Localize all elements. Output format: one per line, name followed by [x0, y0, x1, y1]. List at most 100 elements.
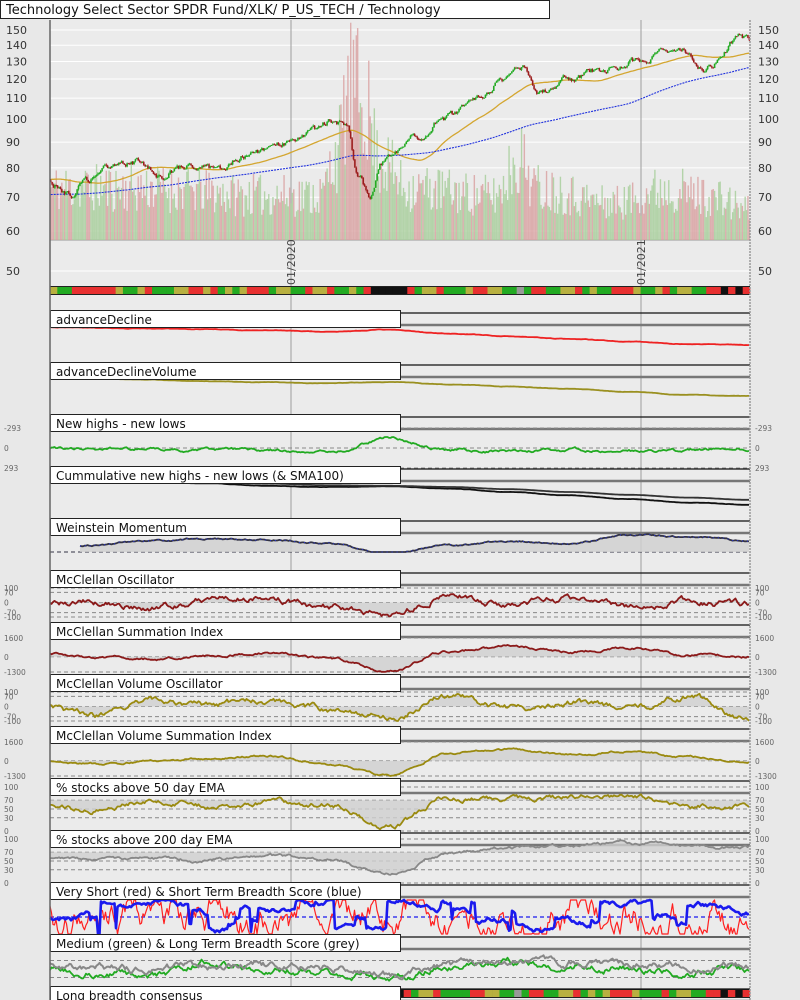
candle-body: [288, 140, 291, 142]
candle-body: [605, 72, 608, 74]
candle-body: [52, 184, 55, 188]
candle-body: [652, 54, 655, 57]
left-axis-label: 0: [4, 599, 9, 608]
volume-bar: [666, 205, 669, 240]
volume-bar: [552, 177, 555, 240]
volume-bar: [134, 195, 137, 240]
volume-bar: [90, 181, 92, 240]
right-axis-label: 70: [755, 692, 765, 701]
volume-bar: [587, 200, 589, 240]
candle-body: [404, 144, 406, 147]
volume-bar: [58, 209, 60, 240]
candle-body: [119, 162, 121, 164]
consensus-segment: [611, 287, 620, 294]
volume-bar: [694, 209, 696, 240]
candle-body: [384, 158, 387, 162]
volume-bar: [193, 191, 195, 240]
consensus-segment: [64, 287, 73, 294]
volume-bar: [277, 199, 280, 240]
consensus-segment: [632, 990, 640, 997]
consensus-segment: [268, 287, 277, 294]
candle-body: [72, 197, 74, 199]
panel-title: McClellan Volume Oscillator: [56, 677, 223, 691]
volume-bar: [504, 194, 506, 240]
consensus-segment: [646, 990, 655, 997]
left-axis-label: -100: [4, 717, 21, 726]
right-price-label: 130: [758, 55, 779, 68]
volume-bar: [197, 184, 199, 240]
candle-body: [166, 178, 169, 180]
volume-bar: [538, 181, 541, 240]
volume-bar: [545, 171, 548, 240]
candle-body: [338, 120, 341, 123]
volume-bar: [450, 194, 452, 240]
candle-body: [677, 48, 680, 50]
candle-body: [169, 170, 171, 174]
candle-body: [113, 164, 116, 166]
candle-body: [694, 62, 696, 64]
volume-bar: [401, 195, 403, 240]
candle-body: [542, 89, 545, 93]
left-price-label: 90: [6, 136, 20, 149]
consensus-segment: [173, 287, 182, 294]
candle-body: [80, 182, 83, 184]
volume-bar: [591, 194, 594, 240]
right-axis-label: -293: [755, 424, 772, 433]
volume-bar: [736, 202, 738, 240]
consensus-segment: [246, 287, 255, 294]
consensus-segment: [407, 287, 415, 294]
volume-bar: [697, 176, 699, 240]
volume-bar: [719, 181, 721, 240]
consensus-segment: [436, 287, 445, 294]
volume-bar: [155, 194, 157, 240]
consensus-segment: [403, 990, 412, 997]
candle-body: [176, 165, 178, 168]
volume-bar: [598, 205, 601, 240]
right-axis-label: 70: [755, 848, 765, 857]
left-axis-label: 0: [4, 879, 9, 888]
candle-body: [640, 60, 642, 62]
candle-body: [526, 67, 528, 72]
candle-body: [337, 122, 340, 125]
volume-bar: [279, 202, 281, 240]
candle-body: [297, 137, 299, 141]
volume-bar: [711, 189, 713, 240]
right-price-label: 70: [758, 191, 772, 204]
candle-body: [631, 58, 634, 62]
candle-body: [342, 122, 345, 125]
consensus-segment: [575, 287, 583, 294]
candle-body: [484, 94, 487, 98]
candle-body: [673, 50, 676, 52]
volume-bar: [231, 175, 234, 240]
candle-body: [651, 56, 653, 60]
left-axis-label: 1600: [4, 738, 23, 747]
consensus-segment: [617, 990, 626, 997]
volume-bar: [686, 202, 688, 240]
volume-bar: [636, 203, 638, 240]
candle-body: [623, 66, 626, 68]
consensus-segment: [385, 287, 394, 294]
candle-body: [298, 137, 301, 139]
candle-body: [584, 71, 587, 73]
volume-bar: [306, 185, 309, 240]
volume-bar: [366, 159, 369, 240]
volume-bar: [651, 185, 653, 240]
candle-body: [473, 98, 476, 100]
candle-body: [84, 177, 87, 179]
volume-bar: [490, 200, 492, 240]
consensus-segment: [742, 990, 751, 997]
volume-bar: [404, 192, 406, 240]
candle-body: [299, 137, 302, 139]
left-axis-label: 50: [4, 857, 14, 866]
candle-body: [272, 144, 274, 146]
candle-body: [158, 175, 160, 177]
volume-bar: [69, 178, 71, 240]
candle-body: [120, 161, 123, 164]
candle-body: [669, 50, 671, 52]
candle-body: [240, 156, 242, 161]
volume-bar: [290, 203, 292, 240]
volume-bar: [76, 194, 78, 240]
candle-body: [99, 170, 102, 173]
volume-bar: [743, 211, 745, 240]
candle-body: [691, 56, 694, 60]
